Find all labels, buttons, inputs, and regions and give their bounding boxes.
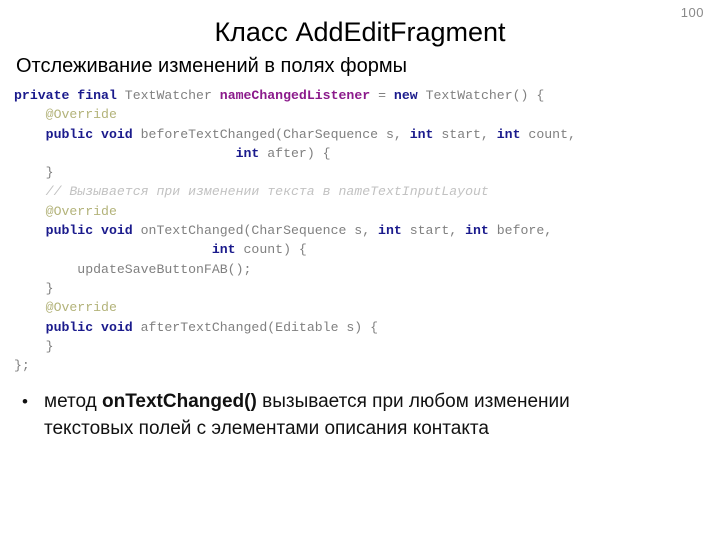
code-line: public void beforeTextChanged(CharSequen… [14, 125, 714, 144]
code-line: }; [14, 356, 714, 375]
code-line: } [14, 163, 714, 182]
code-token-kw: public void [45, 223, 133, 239]
code-line: // Вызывается при изменении текста в nam… [14, 182, 714, 201]
code-token-plain: TextWatcher() { [417, 88, 545, 103]
code-token-plain: beforeTextChanged(CharSequence s, [132, 126, 410, 142]
code-token-plain: start, [433, 126, 497, 142]
bullet-list: • метод onTextChanged() вызывается при лю… [22, 389, 662, 442]
code-line: int count) { [14, 240, 714, 259]
code-token-kw: int [378, 223, 402, 239]
code-token-plain: count, [520, 126, 576, 142]
code-token-kw: private final [14, 88, 117, 103]
code-line: public void afterTextChanged(Editable s)… [14, 318, 714, 337]
code-token-anno: @Override [14, 203, 117, 219]
code-token-ident: nameChangedListener [219, 88, 371, 103]
page-subtitle: Отслеживание изменений в полях формы [16, 55, 407, 77]
code-token-kw: int [409, 126, 434, 142]
code-token-kw: public void [45, 319, 133, 335]
code-line: @Override [14, 105, 714, 124]
code-listing: private final TextWatcher nameChangedLis… [14, 86, 714, 375]
code-token-plain: before, [488, 223, 553, 239]
code-token-plain: } [14, 338, 54, 354]
code-token-plain: TextWatcher [116, 88, 220, 103]
code-token-plain: start, [401, 223, 466, 239]
bullet-emphasis: onTextChanged() [102, 391, 257, 412]
code-line: } [14, 279, 714, 298]
code-token-anno: @Override [14, 300, 117, 316]
code-token-plain: onTextChanged(CharSequence s, [132, 223, 379, 239]
bullet-span: метод [44, 391, 103, 412]
code-token-kw: int [235, 145, 260, 161]
code-token-kw: int [465, 223, 489, 239]
code-line: public void onTextChanged(CharSequence s… [14, 221, 714, 240]
code-line: @Override [14, 298, 714, 317]
code-line: @Override [14, 202, 714, 221]
code-line: private final TextWatcher nameChangedLis… [14, 86, 714, 105]
code-token-kw: new [393, 88, 418, 103]
page-title: Класс AddEditFragment [214, 17, 506, 47]
code-token-plain: count) { [235, 242, 307, 258]
code-token-kw: int [211, 242, 236, 258]
code-line: int after) { [14, 144, 714, 163]
code-token-plain: = [370, 88, 394, 103]
list-item: • метод onTextChanged() вызывается при лю… [22, 389, 662, 442]
bullet-marker-icon: • [22, 392, 28, 411]
code-token-plain: }; [14, 358, 30, 374]
code-token-plain: } [14, 165, 54, 181]
code-token-anno: @Override [14, 107, 117, 123]
code-token-plain: after) { [259, 145, 331, 161]
code-token-kw: public void [45, 126, 133, 142]
code-token-plain: updateSaveButtonFAB(); [14, 261, 252, 277]
code-token-kw: int [496, 126, 521, 142]
code-line: } [14, 337, 714, 356]
presentation-slide: 100 Класс AddEditFragment Отслеживание и… [0, 0, 720, 540]
bullet-text: метод onTextChanged() вызывается при люб… [44, 389, 662, 442]
code-token-comment: // Вызывается при изменении текста в nam… [14, 184, 489, 200]
code-token-plain: afterTextChanged(Editable s) { [132, 319, 379, 335]
code-token-plain: } [14, 280, 54, 296]
code-line: updateSaveButtonFAB(); [14, 260, 714, 279]
